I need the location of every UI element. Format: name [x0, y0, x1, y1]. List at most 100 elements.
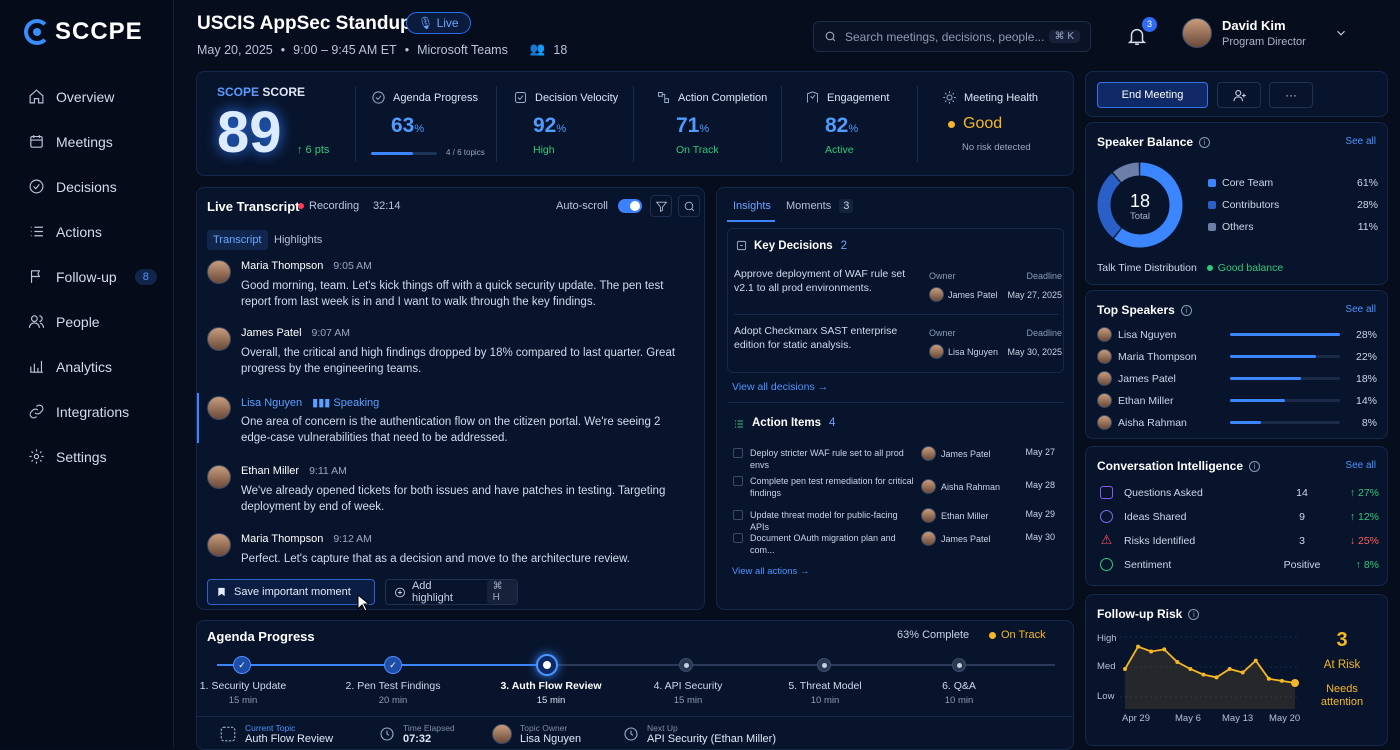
- search-input[interactable]: [845, 29, 1045, 44]
- sidebar-item-people[interactable]: People: [0, 299, 174, 344]
- speaker-name: Lisa Nguyen: [1118, 328, 1177, 341]
- action-item[interactable]: Document OAuth migration plan and com...…: [733, 531, 1058, 555]
- question-icon: [1100, 486, 1113, 499]
- view-all-decisions-link[interactable]: View all decisions →: [732, 381, 828, 393]
- agenda-step-duration: 20 min: [378, 695, 408, 706]
- kpi-unit: %: [414, 123, 425, 135]
- x-label: May 13: [1222, 713, 1254, 724]
- mouse-cursor-icon: [357, 594, 369, 612]
- sidebar-item-overview[interactable]: Overview: [0, 74, 174, 119]
- moments-count: 3: [839, 199, 854, 213]
- follow-up-risk-label: Follow-up Risk: [1097, 607, 1183, 621]
- user-menu[interactable]: David Kim Program Director: [1182, 18, 1348, 48]
- sidebar-item-meetings[interactable]: Meetings: [0, 119, 174, 164]
- metric-value: 3: [1299, 535, 1305, 547]
- agenda-step-node[interactable]: [817, 658, 831, 672]
- tab-highlights[interactable]: Highlights: [268, 230, 328, 250]
- speaker-balance-label: Speaker Balance: [1097, 135, 1194, 149]
- kpi-meeting-health[interactable]: Meeting Health Good No risk detected: [942, 90, 1062, 160]
- sidebar-item-follow-up[interactable]: Follow-up 8: [0, 254, 174, 299]
- agenda-step-duration: 15 min: [228, 695, 258, 706]
- action-owner: James Patel: [941, 533, 991, 544]
- top-speakers-card: Top Speakers i See all Lisa Nguyen 28% Mar…: [1085, 290, 1388, 439]
- risk-point: [1149, 649, 1154, 654]
- action-checkbox[interactable]: [733, 448, 743, 458]
- avatar: [207, 465, 231, 489]
- info-icon[interactable]: i: [1180, 304, 1192, 316]
- end-meeting-button[interactable]: End Meeting: [1097, 82, 1208, 108]
- agenda-step-node-done[interactable]: ✓: [384, 656, 402, 674]
- see-all-link[interactable]: See all: [1345, 304, 1376, 315]
- active-speaker-marker: [197, 393, 199, 443]
- sidebar-item-decisions[interactable]: Decisions: [0, 164, 174, 209]
- more-options-button[interactable]: ···: [1269, 82, 1313, 108]
- kpi-agenda-progress[interactable]: Agenda Progress 63% 4 / 6 topics: [371, 90, 511, 160]
- action-checkbox[interactable]: [733, 476, 743, 486]
- action-date: May 28: [1025, 480, 1055, 490]
- participants-button[interactable]: [1217, 82, 1261, 108]
- tab-transcript[interactable]: Transcript: [207, 230, 268, 250]
- sidebar-item-label: Overview: [56, 88, 115, 105]
- transcript-search-button[interactable]: [678, 195, 700, 217]
- avatar: [921, 531, 936, 546]
- elapsed-label: Time Elapsed: [403, 723, 455, 733]
- balance-status: Good balance: [1206, 262, 1283, 274]
- owner-label: Owner: [929, 328, 956, 338]
- search-box[interactable]: ⌘ K: [813, 21, 1091, 52]
- speaker-row[interactable]: James Patel 18%: [1097, 371, 1377, 386]
- logo[interactable]: SCCPE: [24, 18, 143, 46]
- info-icon[interactable]: i: [1199, 136, 1211, 148]
- avatar: [921, 446, 936, 461]
- action-item[interactable]: Deploy stricter WAF rule set to all prod…: [733, 446, 1058, 470]
- scope-score-value: 89: [217, 100, 282, 165]
- speaker-name: James Patel: [241, 327, 302, 339]
- add-highlight-button[interactable]: Add highlight ⌘ H: [385, 579, 518, 605]
- save-moment-button[interactable]: Save important moment: [207, 579, 375, 605]
- autoscroll-toggle[interactable]: [618, 199, 642, 213]
- action-checkbox[interactable]: [733, 533, 743, 543]
- agenda-complete: 63% Complete: [897, 629, 970, 641]
- agenda-step-node[interactable]: [679, 658, 693, 672]
- kpi-engagement[interactable]: Engagement 82% Active: [805, 90, 915, 160]
- see-all-link[interactable]: See all: [1345, 460, 1376, 471]
- scope-score-delta: ↑ 6 pts: [297, 144, 330, 156]
- agenda-status: On Track: [989, 629, 1046, 641]
- avatar: [1182, 18, 1212, 48]
- decision-icon: [736, 240, 747, 251]
- speaker-name: Lisa Nguyen: [241, 396, 303, 409]
- speaker-row[interactable]: Aisha Rahman 8%: [1097, 415, 1377, 430]
- speaker-row[interactable]: Maria Thompson 22%: [1097, 349, 1377, 364]
- message-time: 9:07 AM: [311, 327, 351, 339]
- avatar: [1097, 349, 1112, 364]
- legend-swatch: [1208, 223, 1216, 231]
- agenda-step-duration: 15 min: [673, 695, 703, 706]
- kpi-decision-velocity[interactable]: Decision Velocity 92% High: [513, 90, 635, 160]
- sidebar-item-actions[interactable]: Actions: [0, 209, 174, 254]
- action-checkbox[interactable]: [733, 510, 743, 520]
- sidebar-item-analytics[interactable]: Analytics: [0, 344, 174, 389]
- kpi-action-completion[interactable]: Action Completion 71% On Track: [656, 90, 776, 160]
- tab-insights[interactable]: Insights: [733, 200, 771, 212]
- sidebar-item-integrations[interactable]: Integrations: [0, 389, 174, 434]
- speaking-indicator: ▮▮▮ Speaking: [312, 397, 380, 409]
- action-item[interactable]: Update threat model for public-facing AP…: [733, 508, 1058, 532]
- tab-moments[interactable]: Moments 3: [786, 199, 854, 213]
- follow-up-risk-title: Follow-up Risk i: [1097, 607, 1200, 621]
- agenda-step-node[interactable]: [952, 658, 966, 672]
- avatar: [207, 396, 231, 420]
- filter-button[interactable]: [650, 195, 672, 217]
- info-icon[interactable]: i: [1188, 608, 1200, 620]
- info-icon[interactable]: i: [1249, 460, 1261, 472]
- action-item[interactable]: Complete pen test remediation for critic…: [733, 474, 1058, 498]
- see-all-link[interactable]: See all: [1345, 136, 1376, 147]
- action-owner: Ethan Miller: [941, 510, 989, 521]
- agenda-step-duration: 10 min: [944, 695, 974, 706]
- speaker-row[interactable]: Ethan Miller 14%: [1097, 393, 1377, 408]
- agenda-step-node-done[interactable]: ✓: [233, 656, 251, 674]
- divider: [734, 314, 1059, 315]
- sidebar-item-settings[interactable]: Settings: [0, 434, 174, 479]
- avatar: [207, 533, 231, 557]
- view-all-actions-link[interactable]: View all actions →: [732, 566, 809, 577]
- speaker-row[interactable]: Lisa Nguyen 28%: [1097, 327, 1377, 342]
- agenda-step-node-current[interactable]: [536, 654, 558, 676]
